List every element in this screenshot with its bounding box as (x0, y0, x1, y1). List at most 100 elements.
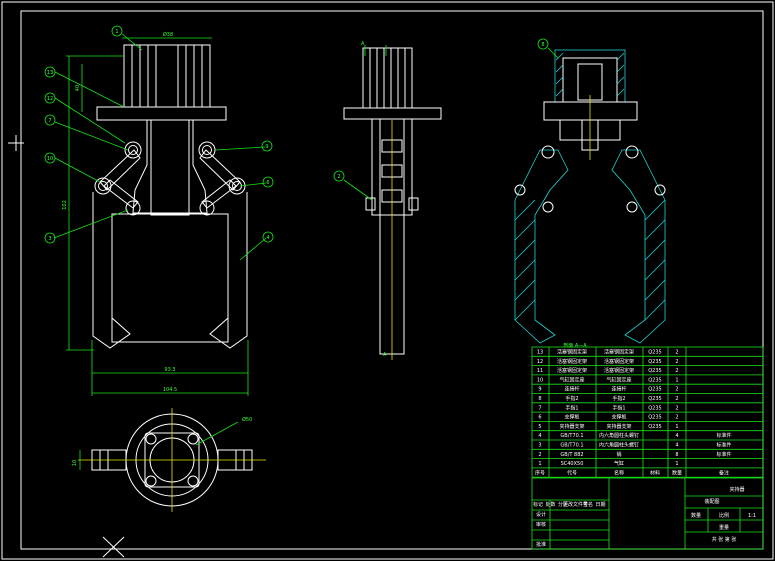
bom-cell-qty: 1 (675, 377, 678, 383)
bom-cell-name: 气缸固定座 (606, 376, 631, 383)
bom-cell-name: 手指1 (612, 404, 625, 411)
bom-cell-code: 活塞钢固定架 (557, 349, 587, 356)
bom-cell-code: 手指1 (565, 404, 578, 411)
bom-cell-no: 8 (538, 396, 541, 402)
balloon-10: 10 (44, 152, 56, 164)
svg-text:9: 9 (265, 144, 268, 150)
bom-cell-qty: 2 (675, 405, 678, 411)
bom-cell-no: 10 (537, 377, 543, 383)
section-label: 剖面 A—A (563, 342, 587, 349)
balloon-9: 9 (261, 140, 273, 152)
svg-text:7: 7 (48, 118, 51, 124)
bom-cell-no: 12 (537, 359, 543, 365)
title-qty-label: 数量 (691, 512, 701, 519)
bom-cell-qty: 4 (675, 443, 678, 449)
bom-cell-qty: 2 (675, 368, 678, 374)
title-grid-label: 处数 (545, 501, 555, 508)
bom-cell-no: 3 (538, 443, 541, 449)
title-scale-label: 比例 (719, 512, 729, 519)
dim-bottom-inner: 93.3 (164, 367, 175, 373)
balloon-1: 1 (111, 25, 123, 37)
bom-cell-qty: 1 (675, 424, 678, 430)
bom-cell-qty: 8 (675, 452, 678, 458)
bom-cell-mat: Q235 (648, 377, 661, 383)
title-part-name: 夹持器 (729, 486, 744, 493)
bom-cell-no: 5 (538, 424, 541, 430)
bom-cell-mat: Q235 (648, 387, 661, 393)
balloon-12: 12 (44, 92, 56, 104)
bom-header: 代号 (567, 469, 577, 476)
bom-cell-mat: Q235 (648, 359, 661, 365)
top-view: 10 Ø50 (72, 408, 266, 512)
cad-drawing-sheet: Ø38 102 40 93.3 104.5 1 13 12 7 10 9 6 3… (1, 1, 774, 560)
title-grid-label: 日期 (595, 502, 605, 508)
svg-text:1: 1 (115, 29, 118, 35)
bom-cell-qty: 2 (675, 387, 678, 393)
dim-left-upper: 40 (75, 85, 81, 91)
title-scale: 1:1 (748, 513, 756, 519)
bom-header: 名称 (614, 469, 624, 476)
bom-cell-mat: Q235 (648, 405, 661, 411)
bom-cell-mat: Q235 (648, 368, 661, 374)
bom-cell-no: 7 (538, 405, 541, 411)
title-designer: 设计 (536, 511, 546, 518)
dim-diameter: Ø50 (242, 416, 252, 423)
bom-cell-name: 活塞钢固定架 (604, 358, 634, 365)
balloon-7: 7 (44, 114, 56, 126)
bom-cell-name: 连接杆 (611, 386, 626, 393)
title-checker: 审核 (536, 521, 546, 528)
bom-cell-name: 销 (616, 451, 621, 458)
bom-cell-code: SC40X50 (561, 461, 584, 467)
svg-text:3: 3 (48, 236, 51, 242)
bom-cell-mat: Q235 (648, 424, 661, 430)
balloon-13: 13 (44, 66, 56, 78)
bom-cell-code: 支撑板 (564, 414, 579, 421)
bom-cell-code: 夹持器支架 (559, 423, 584, 430)
bom-cell-code: 手指2 (565, 395, 578, 402)
view-mark-b: A (383, 352, 387, 358)
dim-bottom-outer: 104.5 (163, 387, 177, 393)
bom-cell-code: GB/T 882 (560, 452, 583, 458)
title-grid-label: 签名 (583, 501, 593, 508)
bom-cell-no: 2 (538, 452, 541, 458)
bom-cell-note: 标准件 (716, 432, 731, 439)
bom-cell-note: 标准件 (716, 451, 731, 458)
bom-cell-qty: 2 (675, 415, 678, 421)
balloon-2: 2 (333, 170, 345, 182)
bom-header: 材料 (650, 469, 660, 476)
dim-small-height: 10 (72, 460, 78, 466)
bom-cell-name: 支撑板 (611, 414, 626, 421)
svg-text:8: 8 (541, 42, 544, 48)
bom-cell-no: 13 (537, 350, 543, 356)
title-block: 夹持器 比例 1:1 数量 重量 共 张 第 张 装配图 设计 审核 批准 标记… (531, 477, 764, 550)
bom-header: 备注 (719, 469, 729, 476)
bom-cell-no: 11 (537, 368, 543, 374)
section-view: 8 剖面 A—A (514, 38, 666, 349)
bom-cell-no: 4 (538, 433, 541, 439)
view-mark-a: A (361, 41, 365, 47)
bom-cell-name: 气缸 (614, 460, 624, 467)
bom-cell-qty: 2 (675, 396, 678, 402)
bom-header: 数量 (672, 469, 682, 476)
title-weight-label: 重量 (719, 524, 729, 531)
bom-cell-code: GB/T70.1 (560, 443, 583, 449)
bom-header: 序号 (535, 469, 545, 476)
svg-text:2: 2 (337, 174, 340, 180)
front-view: Ø38 102 40 93.3 104.5 1 13 12 7 10 9 6 3… (44, 25, 274, 396)
bom-cell-note: 标准件 (716, 442, 731, 449)
bom-cell-mat: Q235 (648, 350, 661, 356)
svg-text:4: 4 (266, 235, 269, 241)
title-grid-label: 标记 (533, 501, 543, 508)
bom-cell-no: 9 (538, 387, 541, 393)
bom-cell-no: 6 (538, 415, 541, 421)
dim-top-width: Ø38 (163, 31, 173, 38)
title-approve: 批准 (536, 541, 546, 548)
balloon-4: 4 (262, 231, 274, 243)
dim-left-height: 102 (62, 200, 68, 210)
bom-cell-code: 活塞钢固定架 (557, 367, 587, 374)
bom-table: 13 活塞钢固定架 活塞钢固定架 Q235 212 活塞钢固定架 活塞钢固定架 Q235 211… (531, 346, 764, 478)
bom-cell-mat: Q235 (648, 415, 661, 421)
svg-text:6: 6 (266, 180, 269, 186)
bom-cell-qty: 4 (675, 433, 678, 439)
balloon-6: 6 (262, 176, 274, 188)
